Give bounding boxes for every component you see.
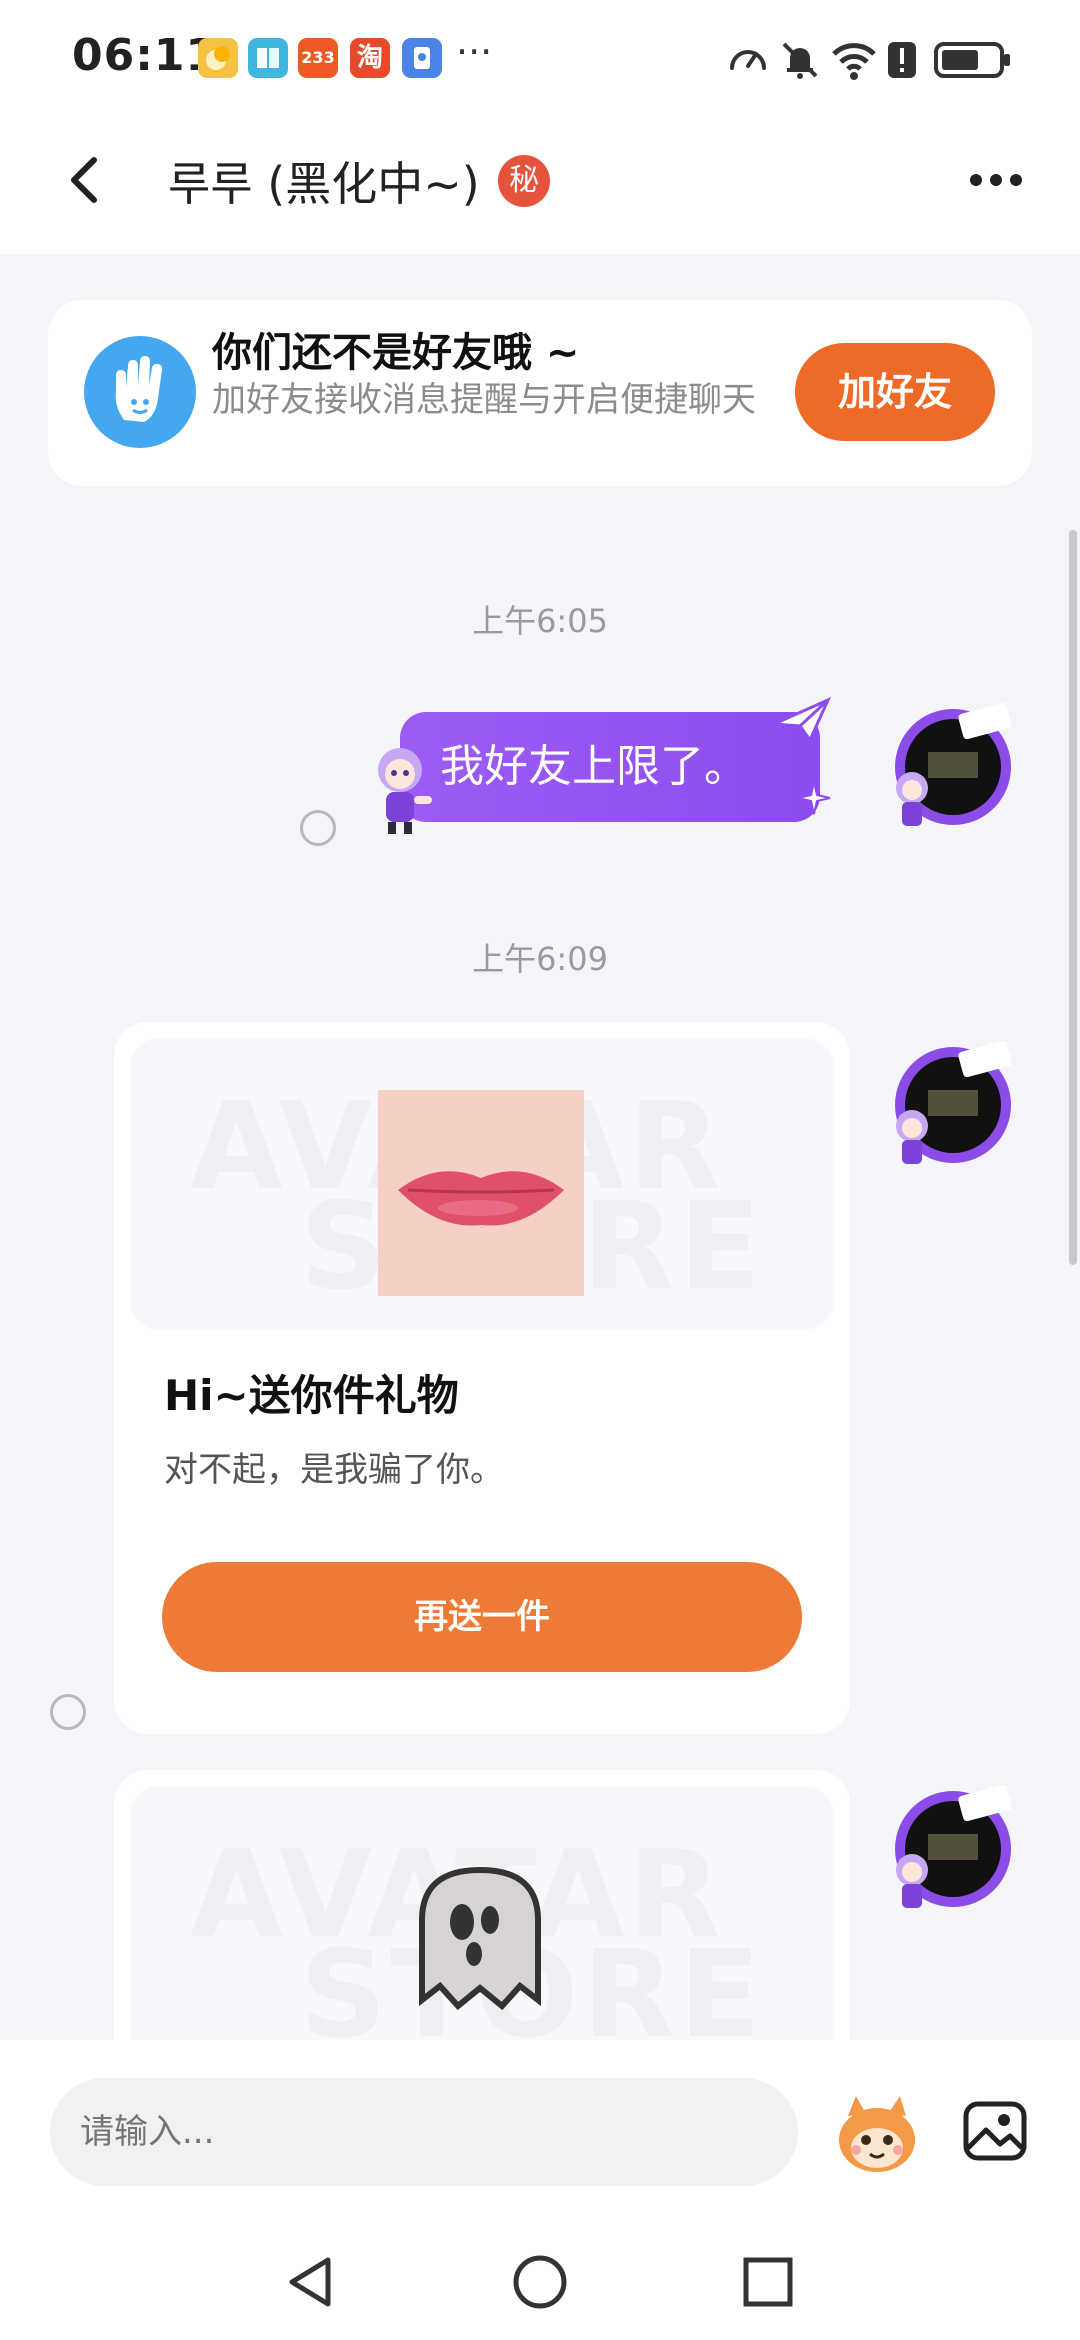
nav-back-icon[interactable] <box>280 2252 340 2312</box>
security-app-icon <box>402 38 442 78</box>
banner-subtitle: 加好友接收消息提醒与开启便捷聊天 <box>212 380 756 420</box>
alert-icon <box>888 42 916 78</box>
emoji-sticker-icon[interactable] <box>832 2090 922 2180</box>
chibi-sticker-icon <box>378 748 432 834</box>
add-friend-button[interactable]: 加好友 <box>795 343 995 441</box>
message-timestamp: 上午6:09 <box>472 940 608 978</box>
sparkle-icon <box>797 781 831 815</box>
weather-app-icon <box>198 38 238 78</box>
user-avatar[interactable] <box>888 1784 1018 1914</box>
message-text: 我好友上限了。 <box>440 741 748 792</box>
sent-message-bubble[interactable]: 我好友上限了。 <box>400 712 820 822</box>
read-status-indicator <box>50 1694 86 1730</box>
back-arrow-icon[interactable] <box>56 150 116 210</box>
app-233-icon: 233 <box>298 38 338 78</box>
gift-image: AVATAR STORE <box>130 1038 834 1330</box>
speed-icon <box>730 50 766 70</box>
message-timestamp: 上午6:05 <box>472 602 608 640</box>
gift-card[interactable]: AVATAR STORE <box>114 1770 850 2070</box>
image-picker-icon[interactable] <box>960 2096 1030 2166</box>
mute-bell-icon <box>782 42 818 79</box>
gift-title: Hi~送你件礼物 <box>164 1371 459 1420</box>
user-avatar[interactable] <box>888 702 1018 832</box>
scrollbar[interactable] <box>1069 530 1077 1265</box>
send-another-gift-button[interactable]: 再送一件 <box>162 1562 802 1672</box>
gift-image: AVATAR STORE <box>130 1786 834 2070</box>
paper-plane-icon <box>773 697 831 743</box>
ghost-image <box>419 1866 541 2011</box>
nav-home-icon[interactable] <box>510 2252 570 2312</box>
read-status-indicator <box>300 810 336 846</box>
more-options-icon[interactable] <box>966 160 1026 200</box>
banner-title: 你们还不是好友哦 ~ <box>212 330 580 376</box>
wifi-icon <box>832 43 876 80</box>
message-input[interactable] <box>50 2078 798 2186</box>
user-avatar[interactable] <box>888 1040 1018 1170</box>
more-notifications-icon: ··· <box>456 30 493 74</box>
hand-wave-icon <box>84 336 196 448</box>
nav-recents-icon[interactable] <box>738 2252 798 2312</box>
chat-title: 루루 (黑化中~) <box>168 157 480 211</box>
lips-image <box>378 1090 584 1296</box>
battery-icon <box>934 42 1010 78</box>
gift-card[interactable]: AVATAR STORE Hi~送你件礼物 对不起，是我骗了你。 再送一件 <box>114 1022 850 1734</box>
taobao-app-icon: 淘 <box>350 38 390 78</box>
book-app-icon <box>248 38 288 78</box>
status-time: 06:11 <box>72 30 218 81</box>
gift-description: 对不起，是我骗了你。 <box>164 1450 504 1490</box>
secret-badge: 秘 <box>498 155 550 207</box>
